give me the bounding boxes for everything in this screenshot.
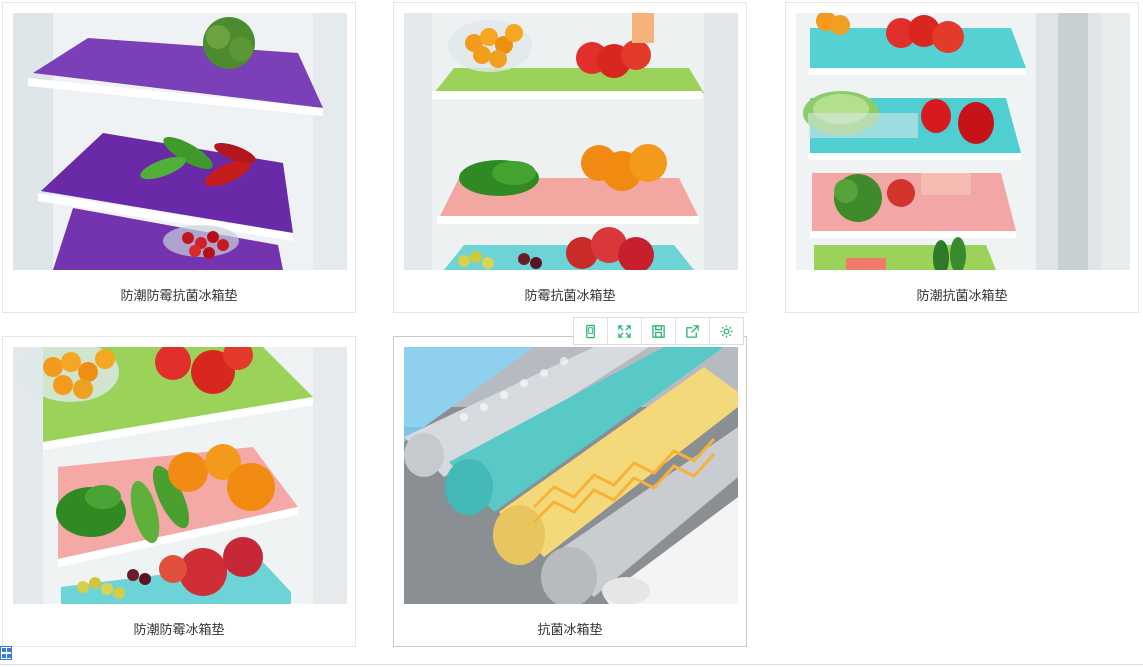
expand-icon[interactable] xyxy=(608,318,642,344)
product-card-4[interactable]: 防潮防霉冰箱垫 xyxy=(2,336,356,647)
product-caption[interactable]: 防潮防霉抗菌冰箱垫 xyxy=(3,285,355,304)
product-card-1[interactable]: 防潮防霉抗菌冰箱垫 xyxy=(2,2,356,313)
layout-toggle-icon[interactable] xyxy=(0,646,12,660)
save-icon[interactable] xyxy=(642,318,676,344)
product-caption[interactable]: 防霉抗菌冰箱垫 xyxy=(394,285,746,304)
product-image xyxy=(796,13,1130,270)
product-image xyxy=(404,347,738,604)
product-caption[interactable]: 抗菌冰箱垫 xyxy=(394,619,746,638)
mobile-icon[interactable] xyxy=(574,318,608,344)
card-toolbar xyxy=(573,317,744,345)
product-card-5[interactable]: 抗菌冰箱垫 xyxy=(393,336,747,647)
product-card-3[interactable]: 防潮抗菌冰箱垫 xyxy=(785,2,1139,313)
product-image xyxy=(13,347,347,604)
divider xyxy=(0,664,1143,665)
product-caption[interactable]: 防潮抗菌冰箱垫 xyxy=(786,285,1138,304)
settings-icon[interactable] xyxy=(710,318,743,344)
product-image xyxy=(404,13,738,270)
product-image xyxy=(13,13,347,270)
product-card-2[interactable]: 防霉抗菌冰箱垫 xyxy=(393,2,747,313)
product-caption[interactable]: 防潮防霉冰箱垫 xyxy=(3,619,355,638)
share-icon[interactable] xyxy=(676,318,710,344)
